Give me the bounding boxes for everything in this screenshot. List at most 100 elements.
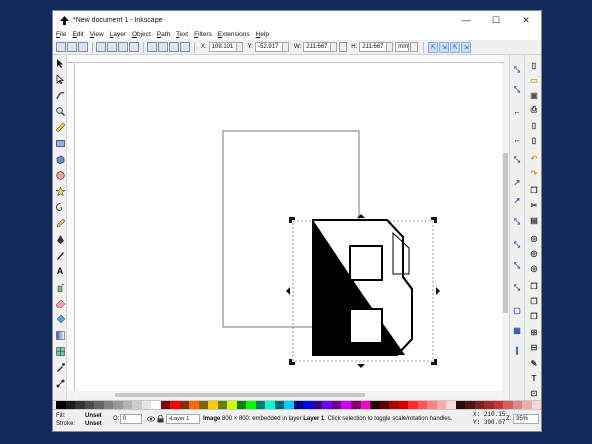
swatch[interactable] [389, 401, 399, 409]
swatch[interactable] [331, 401, 342, 409]
menu-extensions[interactable]: Extensions [218, 31, 250, 38]
calligraphy-tool-icon[interactable] [55, 250, 65, 260]
scale-stroke-icon[interactable]: ⇱ [428, 41, 439, 53]
raise-icon[interactable] [158, 42, 168, 52]
snap-toggle-icon[interactable]: ⤡ [512, 65, 522, 75]
paint-bucket-icon[interactable] [55, 314, 65, 324]
horizontal-scrollbar[interactable] [75, 391, 502, 399]
swatch[interactable] [465, 401, 475, 409]
import-icon[interactable]: ▯ [529, 120, 539, 130]
save-icon[interactable]: ▣ [529, 90, 539, 100]
select-all-layers-icon[interactable] [67, 42, 77, 52]
transform-gradients-icon[interactable]: ⇱ [450, 41, 461, 53]
deselect-icon[interactable] [78, 42, 88, 52]
menu-filters[interactable]: Filters [194, 31, 212, 38]
snap-guide-icon[interactable]: ∥ [512, 345, 522, 355]
swatch[interactable] [274, 401, 285, 409]
width-field[interactable]: 211.667 [303, 42, 332, 52]
swatch-black[interactable] [56, 401, 66, 409]
snap-bbox-icon[interactable]: ⤡ [512, 85, 522, 95]
swatch[interactable] [160, 401, 171, 409]
swatch[interactable] [189, 401, 199, 409]
swatch[interactable] [446, 401, 456, 409]
swatch[interactable] [312, 401, 323, 409]
scale-corners-icon[interactable]: ⇲ [439, 41, 450, 53]
lower-icon[interactable] [169, 42, 179, 52]
swatch[interactable] [217, 401, 228, 409]
stroke-value[interactable]: Unset [85, 420, 102, 428]
selector-arrow-icon[interactable] [55, 58, 65, 68]
swatch[interactable] [208, 401, 218, 409]
select-all-icon[interactable] [56, 42, 66, 52]
embedded-image[interactable] [312, 219, 413, 356]
menu-text[interactable]: Text [176, 31, 188, 38]
swatch[interactable] [65, 401, 76, 409]
raise-to-top-icon[interactable] [147, 42, 157, 52]
x-field[interactable]: 108.101 [208, 42, 237, 52]
zoom-drawing-icon[interactable]: ◎ [529, 248, 539, 258]
swatch[interactable] [522, 401, 532, 409]
zoom-tool-icon[interactable] [55, 106, 65, 116]
swatch[interactable] [227, 401, 237, 409]
duplicate-icon[interactable]: ❐ [529, 281, 539, 291]
cut-icon[interactable]: ✂ [529, 200, 539, 210]
fill-stroke-icon[interactable]: ✎ [529, 358, 539, 368]
swatch[interactable] [246, 401, 256, 409]
swatch[interactable] [293, 401, 304, 409]
width-spinner[interactable] [331, 42, 338, 52]
redo-icon[interactable]: ↷ [529, 168, 539, 178]
menu-path[interactable]: Path [157, 31, 170, 38]
swatch[interactable] [255, 401, 266, 409]
rotate-ccw-icon[interactable] [96, 42, 106, 52]
swatch[interactable] [436, 401, 447, 409]
swatch[interactable] [417, 401, 428, 409]
export-icon[interactable]: ▯ [529, 135, 539, 145]
gradient-tool-icon[interactable] [55, 330, 65, 340]
zoom-page-icon[interactable]: ◎ [529, 263, 539, 273]
pen-tool-icon[interactable] [55, 234, 65, 244]
copy-icon[interactable]: ❐ [529, 185, 539, 195]
y-field[interactable]: -52.917 [255, 42, 284, 52]
zoom-field[interactable]: 35% [513, 414, 539, 424]
opacity-field[interactable]: 0 [120, 414, 142, 424]
swatch[interactable] [503, 401, 513, 409]
flip-vertical-icon[interactable] [129, 42, 139, 52]
tweak-tool-icon[interactable] [55, 90, 65, 100]
swatch[interactable] [132, 401, 142, 409]
y-spinner[interactable] [283, 42, 290, 52]
unit-dropdown-icon[interactable] [410, 42, 419, 52]
spray-tool-icon[interactable] [55, 282, 65, 292]
swatch[interactable] [198, 401, 209, 409]
visibility-eye-icon[interactable] [147, 415, 155, 423]
swatch[interactable] [379, 401, 390, 409]
swatch[interactable] [455, 401, 466, 409]
height-field[interactable]: 211.667 [359, 42, 388, 52]
clone-icon[interactable]: ❐ [529, 296, 539, 306]
pencil-tool-icon[interactable] [55, 218, 65, 228]
connector-tool-icon[interactable] [55, 378, 65, 388]
snap-rotation-center-icon[interactable]: ⤡ [512, 283, 522, 293]
swatch[interactable] [512, 401, 523, 409]
swatch[interactable] [531, 401, 541, 409]
drawing-canvas[interactable] [75, 63, 502, 391]
vertical-scrollbar[interactable] [502, 63, 509, 391]
swatch[interactable] [179, 401, 190, 409]
menu-layer[interactable]: Layer [110, 31, 126, 38]
lock-ratio-icon[interactable] [339, 42, 348, 52]
snap-bbox-edge-icon[interactable]: ⌐ [512, 107, 522, 117]
swatch[interactable] [398, 401, 409, 409]
ellipse-tool-icon[interactable] [55, 170, 65, 180]
swatch[interactable] [113, 401, 123, 409]
new-document-icon[interactable]: ▯ [529, 60, 539, 70]
flip-horizontal-icon[interactable] [118, 42, 128, 52]
lower-to-bottom-icon[interactable] [180, 42, 190, 52]
zoom-selection-icon[interactable]: ◎ [529, 233, 539, 243]
snap-nodes-icon[interactable]: ⤡ [512, 155, 522, 165]
snap-page-icon[interactable]: ▢ [512, 305, 522, 315]
swatch[interactable] [284, 401, 294, 409]
menu-object[interactable]: Object [132, 31, 151, 38]
undo-icon[interactable]: ↶ [529, 153, 539, 163]
swatch[interactable] [303, 401, 313, 409]
swatch[interactable] [75, 401, 85, 409]
unit-select[interactable]: mm [395, 42, 410, 52]
